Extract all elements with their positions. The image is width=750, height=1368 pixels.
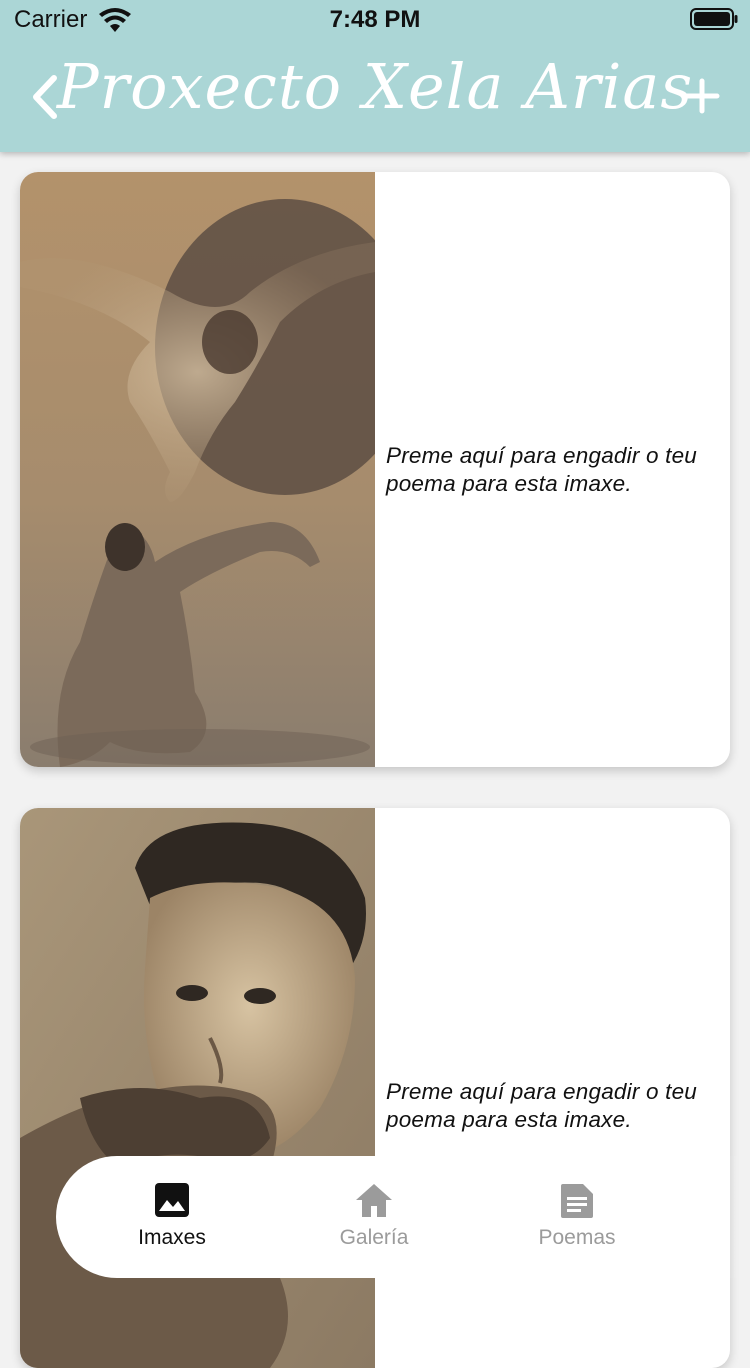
image-card[interactable]: Preme aquí para engadir o teu poema para… — [20, 808, 730, 1368]
image-card[interactable]: Preme aquí para engadir o teu poema para… — [20, 172, 730, 767]
battery-icon — [690, 8, 738, 30]
status-bar: Carrier 7:48 PM — [0, 0, 750, 40]
tab-galeria[interactable]: Galería — [299, 1180, 449, 1260]
navigation-bar: Carrier 7:48 PM Proxecto Xela Arias — [0, 0, 750, 152]
tab-label: Poemas — [538, 1226, 616, 1249]
tab-imaxes[interactable]: Imaxes — [97, 1180, 247, 1260]
page-title: Proxecto Xela Arias — [56, 50, 694, 123]
image-icon — [155, 1183, 189, 1217]
add-poem-prompt[interactable]: Preme aquí para engadir o teu poema para… — [386, 442, 716, 498]
home-icon — [356, 1184, 392, 1217]
document-icon — [561, 1184, 593, 1218]
portrait-photo — [20, 808, 375, 1368]
add-poem-prompt[interactable]: Preme aquí para engadir o teu poema para… — [386, 1078, 716, 1134]
tab-label: Galería — [339, 1226, 409, 1249]
tab-label: Imaxes — [138, 1226, 206, 1249]
add-icon[interactable] — [682, 76, 722, 116]
dancers-photo — [20, 172, 375, 767]
tab-poemas[interactable]: Poemas — [502, 1180, 652, 1260]
clock-time: 7:48 PM — [329, 6, 421, 33]
